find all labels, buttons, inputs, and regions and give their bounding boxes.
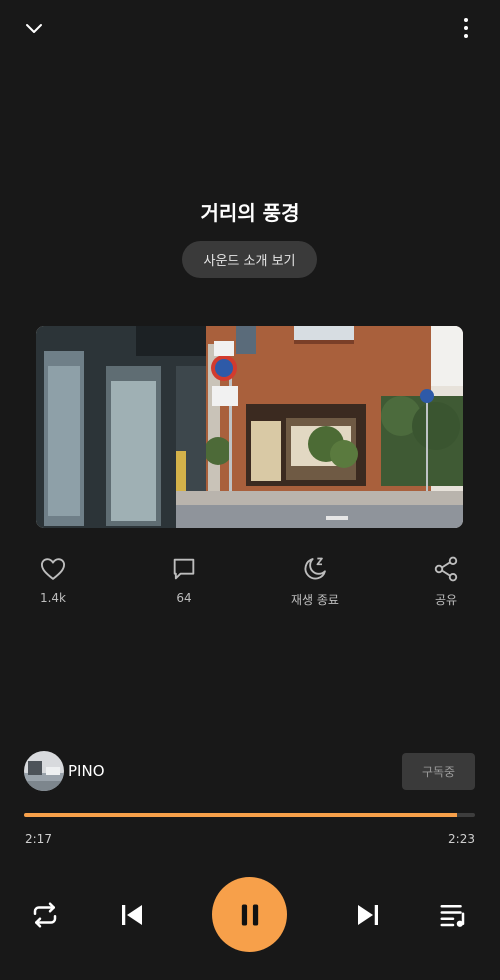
sleep-timer-action[interactable]: 재생 종료	[275, 555, 355, 608]
play-pause-button[interactable]	[212, 877, 287, 952]
repeat-button[interactable]	[30, 900, 60, 930]
like-action[interactable]: 1.4k	[13, 555, 93, 605]
like-count: 1.4k	[39, 591, 67, 605]
previous-button[interactable]	[117, 900, 147, 930]
subscribe-button[interactable]: 구독중	[402, 753, 475, 790]
share-icon	[434, 556, 458, 582]
total-duration: 2:23	[448, 832, 475, 846]
comment-action[interactable]: 64	[144, 555, 224, 605]
progress-fill	[24, 813, 457, 817]
artist-avatar[interactable]	[24, 751, 64, 791]
elapsed-time: 2:17	[25, 832, 52, 846]
sound-intro-label: 사운드 소개 보기	[203, 254, 296, 269]
skip-next-icon	[358, 905, 378, 925]
heart-icon	[40, 558, 66, 580]
playlist-icon	[440, 905, 465, 927]
collapse-button[interactable]	[22, 16, 46, 40]
sound-intro-button[interactable]: 사운드 소개 보기	[182, 241, 317, 278]
pause-icon	[241, 904, 258, 925]
subscribe-label: 구독중	[421, 765, 456, 779]
more-options-button[interactable]	[454, 16, 478, 40]
more-vertical-icon	[464, 18, 468, 38]
moon-zzz-icon	[304, 557, 326, 580]
skip-previous-icon	[122, 905, 142, 925]
artist-name[interactable]: PINO	[68, 762, 105, 780]
next-button[interactable]	[353, 900, 383, 930]
track-title: 거리의 풍경	[200, 201, 300, 225]
sleep-timer-label: 재생 종료	[291, 593, 339, 607]
progress-bar[interactable]	[24, 813, 475, 817]
share-action[interactable]: 공유	[406, 555, 486, 608]
chevron-down-icon	[26, 24, 42, 33]
comment-icon	[173, 558, 195, 580]
comment-count: 64	[176, 591, 192, 605]
repeat-icon	[33, 902, 57, 928]
share-label: 공유	[434, 593, 458, 607]
track-artwork	[36, 326, 463, 528]
queue-button[interactable]	[438, 900, 468, 930]
